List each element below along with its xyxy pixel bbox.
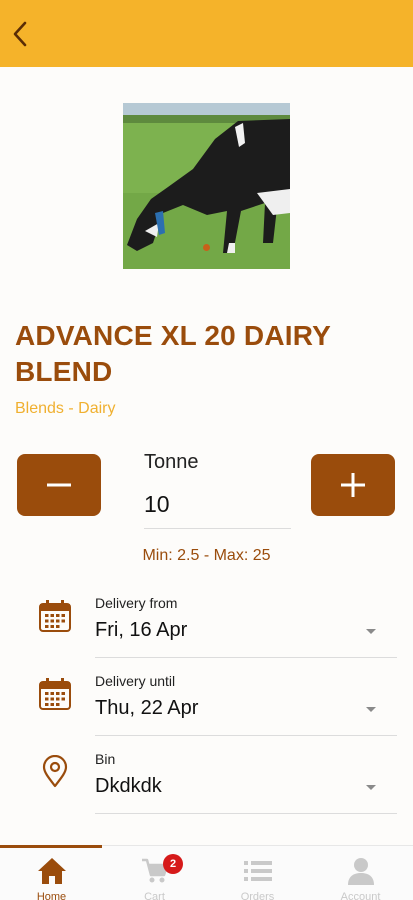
nav-account[interactable]: Account: [309, 846, 412, 900]
field-underline: [95, 657, 397, 658]
decrease-quantity-button[interactable]: [17, 454, 101, 516]
product-title: ADVANCE XL 20 DAIRY BLEND: [15, 320, 331, 387]
field-underline: [95, 813, 397, 814]
delivery-until-field[interactable]: Delivery until Thu, 22 Apr: [0, 673, 413, 743]
delivery-from-label: Delivery from: [95, 595, 178, 611]
nav-cart[interactable]: 2 Cart: [103, 846, 206, 900]
nav-home[interactable]: Home: [0, 846, 103, 900]
nav-home-label: Home: [36, 891, 67, 900]
minus-icon: [47, 483, 71, 487]
increase-quantity-button[interactable]: [311, 454, 395, 516]
list-icon: [242, 855, 274, 887]
quantity-unit-label: Tonne: [144, 451, 199, 473]
quantity-underline: [144, 528, 291, 529]
product-detail-screen: ADVANCE XL 20 DAIRY BLEND Blends - Dairy…: [0, 0, 413, 900]
dropdown-caret-icon[interactable]: [366, 629, 376, 634]
delivery-from-field[interactable]: Delivery from Fri, 16 Apr: [0, 595, 413, 665]
product-image[interactable]: [123, 103, 290, 269]
user-icon: [345, 855, 377, 887]
nav-orders[interactable]: Orders: [206, 846, 309, 900]
product-category: Blends - Dairy: [15, 400, 116, 417]
top-app-bar: [0, 0, 413, 67]
nav-account-label: Account: [340, 891, 381, 900]
field-underline: [95, 735, 397, 736]
calendar-icon: [38, 599, 72, 633]
bin-value[interactable]: Dkdkdk: [95, 775, 162, 798]
plus-icon: [341, 473, 365, 497]
carousel-indicator-dot: [203, 244, 210, 251]
home-icon: [36, 855, 68, 887]
bottom-navigation: Home 2 Cart Orders Account: [0, 845, 413, 900]
back-button[interactable]: [6, 18, 34, 50]
bin-field[interactable]: Bin Dkdkdk: [0, 751, 413, 821]
quantity-range-hint: Min: 2.5 - Max: 25: [142, 547, 271, 564]
location-pin-icon: [38, 754, 72, 789]
quantity-input[interactable]: 10: [144, 491, 170, 518]
dropdown-caret-icon[interactable]: [366, 785, 376, 790]
delivery-until-value[interactable]: Thu, 22 Apr: [95, 697, 198, 720]
chevron-left-icon: [13, 21, 27, 47]
delivery-from-value[interactable]: Fri, 16 Apr: [95, 619, 187, 642]
dropdown-caret-icon[interactable]: [366, 707, 376, 712]
nav-orders-label: Orders: [240, 891, 275, 900]
bin-label: Bin: [95, 751, 116, 767]
cart-count-badge: 2: [163, 854, 183, 874]
nav-cart-label: Cart: [144, 891, 165, 900]
delivery-until-label: Delivery until: [95, 673, 176, 689]
calendar-icon: [38, 677, 72, 711]
